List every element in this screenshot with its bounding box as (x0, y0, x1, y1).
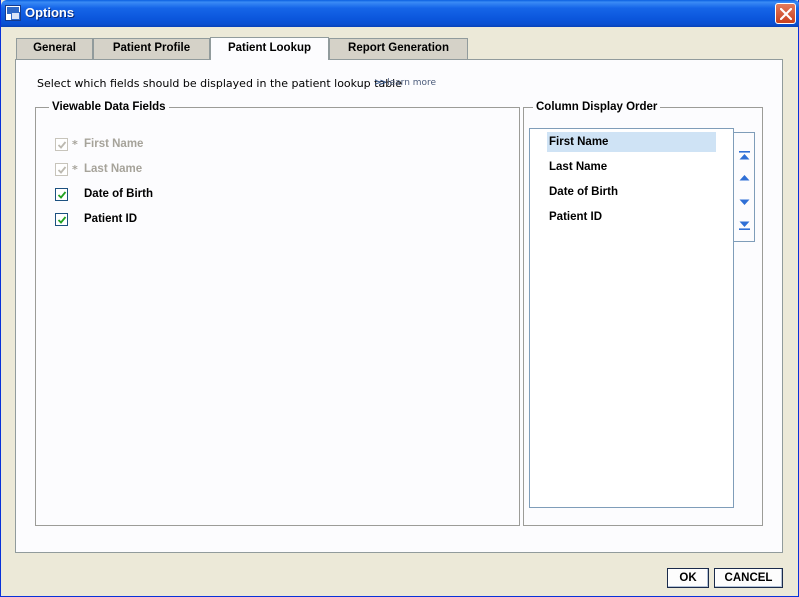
tab-patient-profile[interactable]: Patient Profile (93, 38, 210, 59)
column-order-title: Column Display Order (533, 101, 661, 113)
check-icon (57, 140, 67, 149)
check-icon (57, 215, 67, 224)
patient-id-label[interactable]: Patient ID (84, 213, 137, 225)
check-icon (57, 165, 67, 174)
tab-report-generation[interactable]: Report Generation (329, 38, 468, 59)
first-name-checkbox (55, 137, 68, 151)
date-of-birth-checkbox[interactable] (55, 187, 68, 201)
learn-more-label: learn more (387, 78, 437, 88)
close-icon (780, 8, 792, 20)
window-title: Options (25, 5, 75, 20)
tab-patient-lookup[interactable]: Patient Lookup (210, 37, 329, 60)
move-up-icon[interactable] (738, 172, 751, 184)
last-name-label: Last Name (84, 163, 143, 175)
ok-button[interactable]: OK (667, 568, 709, 588)
first-name-label: First Name (84, 138, 144, 150)
panel-description: Select which fields should be displayed … (37, 77, 402, 90)
app-icon (5, 5, 21, 21)
list-item-last-name[interactable]: Last Name (547, 157, 716, 177)
viewable-fields-title: Viewable Data Fields (49, 101, 169, 113)
tab-general[interactable]: General (16, 38, 93, 59)
move-to-top-icon[interactable] (738, 150, 751, 162)
title-bar[interactable]: Options (1, 0, 799, 27)
field-row-patient-id: Patient ID (55, 211, 137, 227)
cancel-button[interactable]: CANCEL (714, 568, 783, 588)
last-name-checkbox (55, 162, 68, 176)
list-item-date-of-birth[interactable]: Date of Birth (547, 182, 716, 202)
date-of-birth-label[interactable]: Date of Birth (84, 188, 153, 200)
list-item-first-name[interactable]: First Name (547, 132, 716, 152)
move-down-icon[interactable] (738, 196, 751, 208)
column-order-buttons (734, 132, 755, 242)
close-button[interactable] (775, 3, 796, 24)
double-chevron-right-icon: >> (374, 78, 387, 88)
field-row-date-of-birth: Date of Birth (55, 186, 153, 202)
field-row-first-name: * First Name (55, 136, 143, 152)
column-order-list[interactable]: First Name Last Name Date of Birth Patie… (529, 128, 734, 508)
move-to-bottom-icon[interactable] (738, 219, 751, 231)
field-row-last-name: * Last Name (55, 161, 142, 177)
list-item-patient-id[interactable]: Patient ID (547, 207, 716, 227)
check-icon (57, 190, 67, 199)
patient-id-checkbox[interactable] (55, 212, 68, 226)
required-marker: * (72, 137, 78, 151)
learn-more-link[interactable]: >> learn more (374, 78, 436, 88)
required-marker: * (72, 162, 78, 176)
